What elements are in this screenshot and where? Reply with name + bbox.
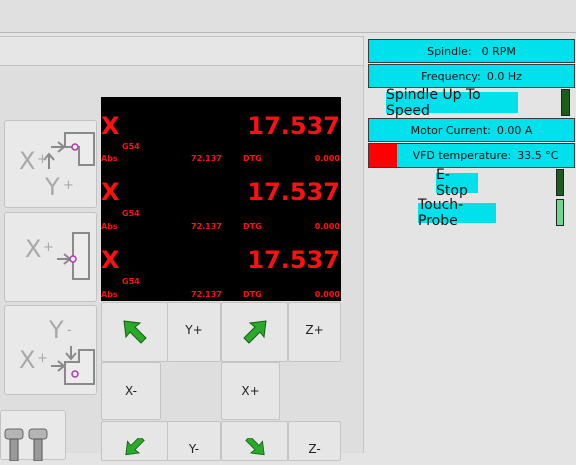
jog-z-plus-button[interactable]: Z+ [288,302,341,362]
tool-holder-icon [4,428,48,462]
dro-offset: G54 [122,277,140,286]
touch-probe-label: Touch-Probe [418,197,496,229]
dro-abs-label: Abs [101,222,118,231]
dro-dtg-value: 0.000 [314,290,340,299]
jog-z-plus-label: Z+ [305,323,324,337]
dro-axis-letter: X [101,178,120,206]
dro-abs-value: 72.137 [191,154,222,163]
arrow-up-right-icon [242,320,267,344]
svg-text:Y: Y [48,316,64,344]
frequency-value: 0.0 Hz [486,69,522,83]
jog-x-minus-y-minus-button[interactable] [101,421,168,461]
motor-current-value: 0.00 A [496,123,533,137]
jog-x-plus-label: X+ [241,384,260,398]
svg-text:X: X [25,235,41,263]
dro-dtg-label: DTG [243,290,262,299]
dro-offset: G54 [122,142,140,151]
dro-dtg-value: 0.000 [314,222,340,231]
touch-off-x-button[interactable]: X + [4,212,97,302]
toolbar [0,36,364,66]
dro-abs-value: 72.137 [191,290,222,299]
arrow-up-left-icon [122,320,147,344]
arrow-down-left-icon [124,438,145,456]
vfd-temperature-indicator [369,144,397,167]
dro-axis-letter: X [101,246,120,274]
vfd-temperature-display: VFD temperature: 33.5 °C [368,143,575,168]
dro-dtg-label: DTG [243,222,262,231]
motor-current-display: Motor Current: 0.00 A [368,118,575,142]
touch-off-xy-minus-button[interactable]: Y - X + [4,305,97,395]
svg-text:-: - [67,323,72,338]
corner-xy-minus-icon: Y - X + [19,316,95,385]
dro-abs-label: Abs [101,154,118,163]
jog-y-plus-label: Y+ [185,323,203,337]
frequency-label: Frequency: [421,69,481,83]
dro-dtg-value: 0.000 [314,154,340,163]
spindle-up-to-speed-label: Spindle Up To Speed [386,87,518,119]
svg-text:+: + [37,351,48,366]
dro-row: X 17.537 G54 Abs 72.137 DTG 0.000 [101,97,341,165]
spindle-label: Spindle: [427,44,472,58]
estop-label: E-Stop [436,167,478,199]
touch-probe-led [556,199,564,226]
spindle-speed-display: Spindle: 0 RPM [368,39,575,63]
svg-text:+: + [43,240,54,255]
dro-display: X 17.537 G54 Abs 72.137 DTG 0.000 X 17.5… [101,97,341,301]
spindle-up-to-speed-led [561,89,570,116]
touch-off-xy-button[interactable]: X + Y + [4,120,97,208]
corner-xy-icon: X + Y + [19,132,95,201]
edge-x-icon: X + [25,232,90,280]
jog-x-plus-y-plus-button[interactable] [221,302,288,362]
jog-x-plus-button[interactable]: X+ [221,362,280,420]
dro-row: X 17.537 G54 Abs 72.137 DTG 0.000 [101,233,341,301]
jog-x-plus-y-minus-button[interactable] [221,421,288,461]
motor-current-label: Motor Current: [410,123,491,137]
dro-value: 17.537 [247,246,340,274]
dro-abs-label: Abs [101,290,118,299]
dro-dtg-label: DTG [243,154,262,163]
jog-z-minus-button[interactable]: Z- [288,421,341,461]
estop-led [556,169,564,196]
dro-abs-value: 72.137 [191,222,222,231]
dro-axis-letter: X [101,112,120,140]
dro-value: 17.537 [247,112,340,140]
svg-text:+: + [63,178,74,193]
jog-y-minus-label: Y- [188,442,200,456]
vfd-temperature-label: VFD temperature: [412,149,512,162]
jog-y-minus-button[interactable]: Y- [167,421,221,461]
dro-value: 17.537 [247,178,340,206]
frequency-display: Frequency: 0.0 Hz [368,64,575,88]
vfd-temperature-value: 33.5 °C [517,149,559,162]
spindle-value: 0 RPM [481,44,516,58]
title-bar [0,0,576,33]
svg-text:X: X [19,147,35,175]
svg-text:X: X [19,346,35,374]
svg-text:Y: Y [44,173,60,201]
svg-text:+: + [37,152,48,167]
jog-x-minus-button[interactable]: X- [101,362,161,420]
jog-x-minus-y-plus-button[interactable] [101,302,168,362]
jog-x-minus-label: X- [125,384,137,398]
arrow-down-right-icon [244,438,265,456]
jog-y-plus-button[interactable]: Y+ [167,302,221,362]
jog-z-minus-label: Z- [308,442,321,456]
dro-row: X 17.537 G54 Abs 72.137 DTG 0.000 [101,165,341,233]
dro-offset: G54 [122,209,140,218]
